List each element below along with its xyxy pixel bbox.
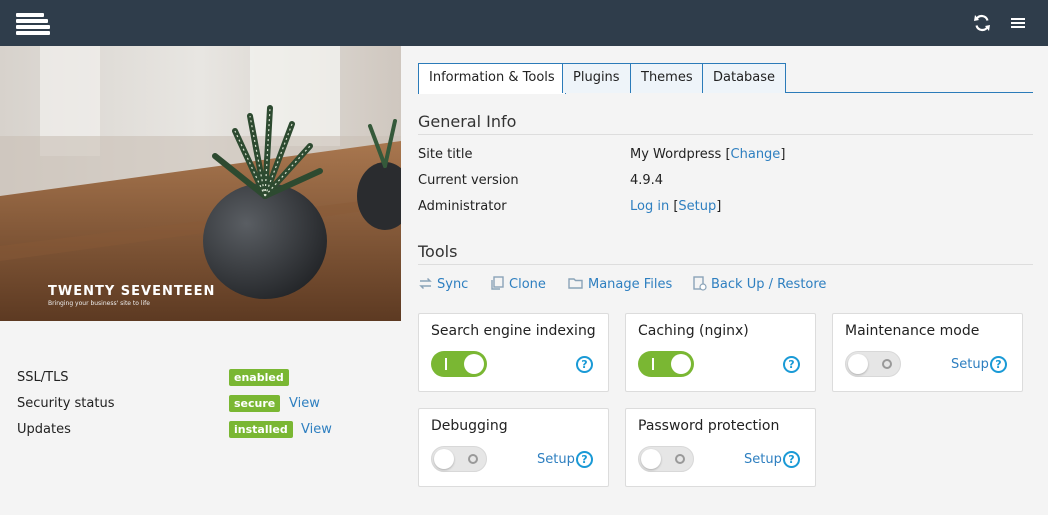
tab-bar: Information & Tools Plugins Themes Datab… [418, 63, 1033, 94]
manage-files-button[interactable]: Manage Files [568, 276, 672, 295]
maintenance-mode-toggle[interactable] [845, 351, 901, 377]
change-site-title-link[interactable]: Change [731, 147, 781, 162]
help-icon[interactable]: ? [990, 356, 1007, 373]
tab-plugins[interactable]: Plugins [562, 63, 631, 93]
backup-restore-label: Back Up / Restore [711, 277, 827, 292]
help-icon[interactable]: ? [576, 451, 593, 468]
caching-toggle[interactable] [638, 351, 694, 377]
status-table: SSL/TLS enabled Security status secure V… [17, 367, 357, 445]
card-title: Debugging [431, 418, 508, 434]
tab-database[interactable]: Database [702, 63, 787, 93]
tab-themes[interactable]: Themes [630, 63, 704, 93]
help-icon[interactable]: ? [783, 356, 800, 373]
card-debugging: Debugging Setup ? [418, 408, 609, 487]
manage-files-label: Manage Files [588, 277, 673, 292]
status-row-security: Security status secure View [17, 393, 357, 419]
ssl-label: SSL/TLS [17, 370, 69, 385]
administrator-label: Administrator [418, 199, 507, 214]
bracket-close: ] [716, 199, 722, 214]
info-row-version: Current version 4.9.4 [418, 173, 1033, 193]
admin-setup-link[interactable]: Setup [678, 199, 716, 214]
site-title-text: My Wordpress [630, 147, 722, 162]
site-title-value: My Wordpress [Change] [630, 147, 785, 162]
help-icon[interactable]: ? [783, 451, 800, 468]
bracket-open: [ [721, 147, 731, 162]
card-caching-nginx: Caching (nginx) ? [625, 313, 816, 392]
sync-icon [418, 276, 433, 295]
updates-view-link[interactable]: View [301, 422, 332, 437]
clone-icon [490, 276, 505, 295]
card-title: Password protection [638, 418, 780, 434]
maintenance-setup-link[interactable]: Setup [951, 357, 989, 372]
theme-tagline: Bringing your business' site to life [48, 300, 150, 307]
tools-heading: Tools [418, 242, 1033, 265]
status-row-updates: Updates installed View [17, 419, 357, 445]
info-row-administrator: Administrator Log in [Setup] [418, 199, 1033, 219]
card-title: Caching (nginx) [638, 323, 749, 339]
security-view-link[interactable]: View [289, 396, 320, 411]
tab-information-tools[interactable]: Information & Tools [418, 63, 566, 94]
sync-button[interactable]: Sync [418, 276, 468, 295]
card-maintenance-mode: Maintenance mode Setup ? [832, 313, 1023, 392]
sync-label: Sync [437, 277, 469, 292]
password-protection-toggle[interactable] [638, 446, 694, 472]
help-icon[interactable]: ? [576, 356, 593, 373]
refresh-icon[interactable] [972, 13, 992, 33]
card-password-protection: Password protection Setup ? [625, 408, 816, 487]
stacked-layers-logo-icon[interactable] [16, 13, 52, 35]
card-title: Search engine indexing [431, 323, 596, 339]
updates-badge: installed [229, 421, 293, 438]
password-setup-link[interactable]: Setup [744, 452, 782, 467]
log-in-link[interactable]: Log in [630, 199, 669, 214]
version-label: Current version [418, 173, 519, 188]
hamburger-menu-icon[interactable] [1009, 13, 1029, 33]
search-engine-indexing-toggle[interactable] [431, 351, 487, 377]
clone-label: Clone [509, 277, 546, 292]
card-title: Maintenance mode [845, 323, 980, 339]
general-info-heading: General Info [418, 112, 1033, 135]
theme-title: TWENTY SEVENTEEN [48, 284, 216, 299]
updates-label: Updates [17, 422, 71, 437]
backup-icon [692, 276, 707, 295]
site-title-label: Site title [418, 147, 473, 162]
debugging-setup-link[interactable]: Setup [537, 452, 575, 467]
administrator-value: Log in [Setup] [630, 199, 721, 214]
security-badge: secure [229, 395, 281, 412]
bracket-close: ] [780, 147, 786, 162]
debugging-toggle[interactable] [431, 446, 487, 472]
card-search-engine-indexing: Search engine indexing ? [418, 313, 609, 392]
theme-preview-image[interactable]: TWENTY SEVENTEEN Bringing your business'… [0, 46, 401, 321]
version-value: 4.9.4 [630, 173, 664, 188]
clone-button[interactable]: Clone [490, 276, 546, 295]
status-row-ssl: SSL/TLS enabled [17, 367, 357, 393]
security-label: Security status [17, 396, 115, 411]
info-row-site-title: Site title My Wordpress [Change] [418, 147, 1033, 167]
top-bar [0, 0, 1048, 46]
folder-icon [568, 276, 584, 295]
backup-restore-button[interactable]: Back Up / Restore [692, 276, 826, 295]
ssl-badge: enabled [229, 369, 289, 386]
